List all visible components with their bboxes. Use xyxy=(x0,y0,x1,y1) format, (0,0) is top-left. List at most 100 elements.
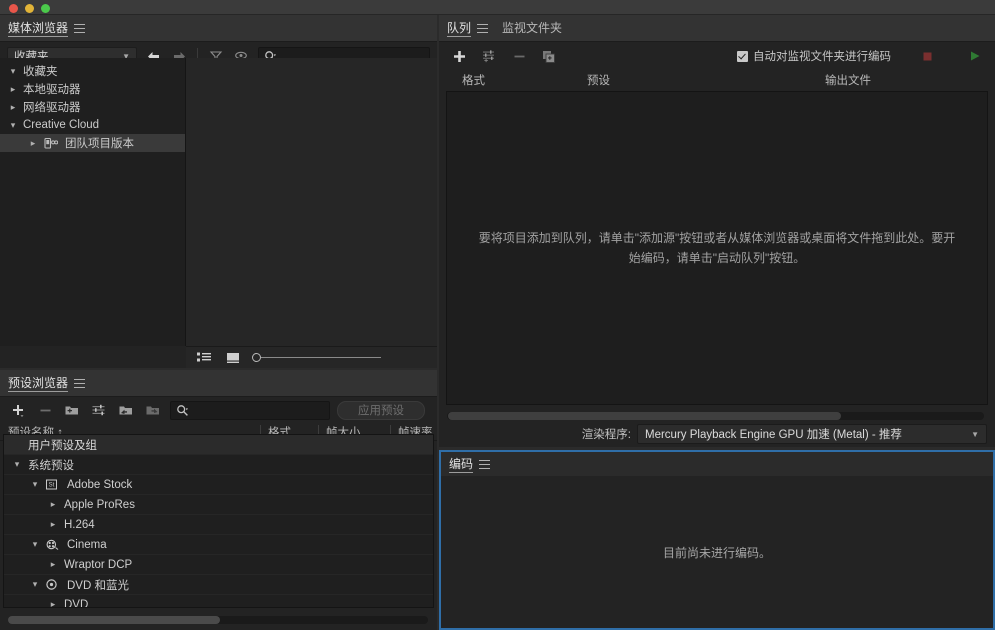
disc-icon xyxy=(46,579,57,590)
preset-tree-row[interactable]: DVD xyxy=(4,595,433,608)
delete-preset-button[interactable] xyxy=(35,400,55,420)
preset-row-label: H.264 xyxy=(64,518,95,531)
chevron-down-icon[interactable] xyxy=(28,540,42,549)
preset-browser-hscrollbar[interactable] xyxy=(8,616,428,624)
media-browser-tree-item-label: Creative Cloud xyxy=(23,119,100,131)
queue-preset-settings-button[interactable] xyxy=(479,46,499,66)
chevron-right-icon[interactable] xyxy=(6,103,20,112)
svg-text:St: St xyxy=(49,483,55,489)
queue-col-output-file[interactable]: 输出文件 xyxy=(825,72,871,88)
preset-row-label: Apple ProRes xyxy=(64,498,135,511)
preset-row-label: Wraptor DCP xyxy=(64,558,133,571)
remove-item-button[interactable] xyxy=(509,46,529,66)
media-browser-tree-item[interactable]: 团队项目版本 xyxy=(0,134,185,152)
auto-encode-watch-folders-checkbox[interactable]: 自动对监视文件夹进行编码 xyxy=(737,48,891,64)
preset-row-label: 系统预设 xyxy=(28,459,74,472)
queue-col-format[interactable]: 格式 xyxy=(462,72,485,88)
chevron-down-icon[interactable] xyxy=(6,67,20,76)
tab-watch-folders-label: 监视文件夹 xyxy=(502,20,563,35)
preset-browser-tabstrip: 预设浏览器 xyxy=(0,370,437,397)
apply-preset-button[interactable]: 应用预设 xyxy=(337,400,425,420)
media-browser-preview-area[interactable] xyxy=(186,58,437,346)
preset-tree-row[interactable]: Wraptor DCP xyxy=(4,555,433,575)
thumbnail-view-icon xyxy=(227,352,239,363)
zoom-slider-track[interactable] xyxy=(261,357,381,358)
renderer-bar: 渲染程序: Mercury Playback Engine GPU 加速 (Me… xyxy=(439,421,995,447)
preset-row-label: Adobe Stock xyxy=(67,478,133,491)
list-view-button[interactable] xyxy=(194,348,214,368)
queue-tabstrip: 队列 监视文件夹 xyxy=(439,15,995,42)
search-icon xyxy=(177,404,188,416)
chevron-right-icon[interactable] xyxy=(46,500,60,509)
chevron-down-icon[interactable] xyxy=(10,460,24,469)
preset-browser-menu-icon[interactable] xyxy=(74,378,86,388)
export-preset-icon xyxy=(146,406,159,415)
preset-tree-row[interactable]: 系统预设 xyxy=(4,455,433,475)
tab-queue-label: 队列 xyxy=(447,15,472,42)
media-browser-tree-item-label: 网络驱动器 xyxy=(23,102,81,114)
plus-icon xyxy=(453,50,465,62)
chevron-right-icon[interactable] xyxy=(46,600,60,607)
tab-encoding[interactable]: 编码 xyxy=(449,451,491,478)
list-view-icon xyxy=(197,352,211,362)
preset-browser-list[interactable]: 用户预设及组系统预设 St Adobe Stock Apple ProRes H.264… xyxy=(3,434,434,608)
zoom-slider-knob[interactable] xyxy=(252,353,261,362)
duplicate-item-button[interactable] xyxy=(539,46,559,66)
preset-row-label: DVD 和蓝光 xyxy=(67,579,129,592)
window-maximize-button[interactable] xyxy=(41,4,50,13)
chevron-down-icon[interactable] xyxy=(28,580,42,589)
stop-queue-button[interactable] xyxy=(917,46,937,66)
preset-tree-row[interactable]: St Adobe Stock xyxy=(4,475,433,495)
chevron-right-icon[interactable] xyxy=(46,560,60,569)
queue-col-preset[interactable]: 预设 xyxy=(587,72,610,88)
chevron-right-icon[interactable] xyxy=(46,520,60,529)
queue-list-area[interactable]: 要将项目添加到队列，请单击"添加源"按钮或者从媒体浏览器或桌面将文件拖到此处。要… xyxy=(446,91,988,405)
export-preset-button[interactable] xyxy=(143,400,163,420)
duplicate-icon xyxy=(543,50,555,63)
queue-menu-icon[interactable] xyxy=(477,23,489,33)
queue-hscrollbar[interactable] xyxy=(447,412,984,420)
chevron-right-icon[interactable] xyxy=(26,139,40,148)
media-browser-tree-item[interactable]: Creative Cloud xyxy=(0,116,185,134)
chevron-right-icon[interactable] xyxy=(6,85,20,94)
checkbox-icon[interactable] xyxy=(737,50,748,62)
thumbnail-zoom-slider[interactable] xyxy=(252,353,381,362)
new-folder-button[interactable] xyxy=(62,400,82,420)
queue-toolbar: 自动对监视文件夹进行编码 xyxy=(439,42,995,70)
preset-tree-row[interactable]: Cinema xyxy=(4,535,433,555)
tab-media-browser-label: 媒体浏览器 xyxy=(8,15,69,42)
play-icon xyxy=(971,51,980,61)
tab-media-browser[interactable]: 媒体浏览器 xyxy=(8,15,86,42)
start-queue-button[interactable] xyxy=(965,46,985,66)
media-browser-tree-item[interactable]: 本地驱动器 xyxy=(0,80,185,98)
chevron-down-icon[interactable] xyxy=(28,480,42,489)
media-browser-tree-item-label: 收藏夹 xyxy=(23,66,58,78)
window-minimize-button[interactable] xyxy=(25,4,34,13)
preset-browser-search-input[interactable] xyxy=(170,400,330,420)
preset-settings-button[interactable] xyxy=(89,400,109,420)
chevron-down-icon[interactable] xyxy=(6,121,20,130)
import-preset-icon xyxy=(119,406,132,415)
preset-tree-row[interactable]: DVD 和蓝光 xyxy=(4,575,433,595)
media-browser-menu-icon[interactable] xyxy=(74,23,86,33)
thumbnail-view-button[interactable] xyxy=(223,348,243,368)
media-browser-tree-item[interactable]: 网络驱动器 xyxy=(0,98,185,116)
queue-hscroll-thumb[interactable] xyxy=(448,412,841,420)
media-browser-panel: 媒体浏览器 收藏夹 ▼ ▾ 收藏夹 ▸ 本地驱动器 ▸ 网络驱动器 ▾ Crea… xyxy=(0,15,437,368)
tab-preset-browser[interactable]: 预设浏览器 xyxy=(8,370,86,397)
media-browser-tree-item[interactable]: 收藏夹 xyxy=(0,62,185,80)
add-source-button[interactable] xyxy=(449,46,469,66)
tab-watch-folders[interactable]: 监视文件夹 xyxy=(502,15,562,42)
tab-queue[interactable]: 队列 xyxy=(447,15,489,42)
preset-group-header-row[interactable]: 用户预设及组 xyxy=(4,435,433,455)
preset-browser-hscroll-thumb[interactable] xyxy=(8,616,220,624)
media-browser-tree[interactable]: 收藏夹本地驱动器网络驱动器 Creative Cloud 团队项目版本 xyxy=(0,58,186,346)
preset-tree-row[interactable]: Apple ProRes xyxy=(4,495,433,515)
import-preset-button[interactable] xyxy=(116,400,136,420)
renderer-dropdown[interactable]: Mercury Playback Engine GPU 加速 (Metal) -… xyxy=(637,424,987,444)
encoding-body[interactable]: 目前尚未进行编码。 xyxy=(441,476,993,628)
encoding-menu-icon[interactable] xyxy=(479,459,491,469)
preset-tree-row[interactable]: H.264 xyxy=(4,515,433,535)
new-preset-button[interactable] xyxy=(8,400,28,420)
window-close-button[interactable] xyxy=(9,4,18,13)
